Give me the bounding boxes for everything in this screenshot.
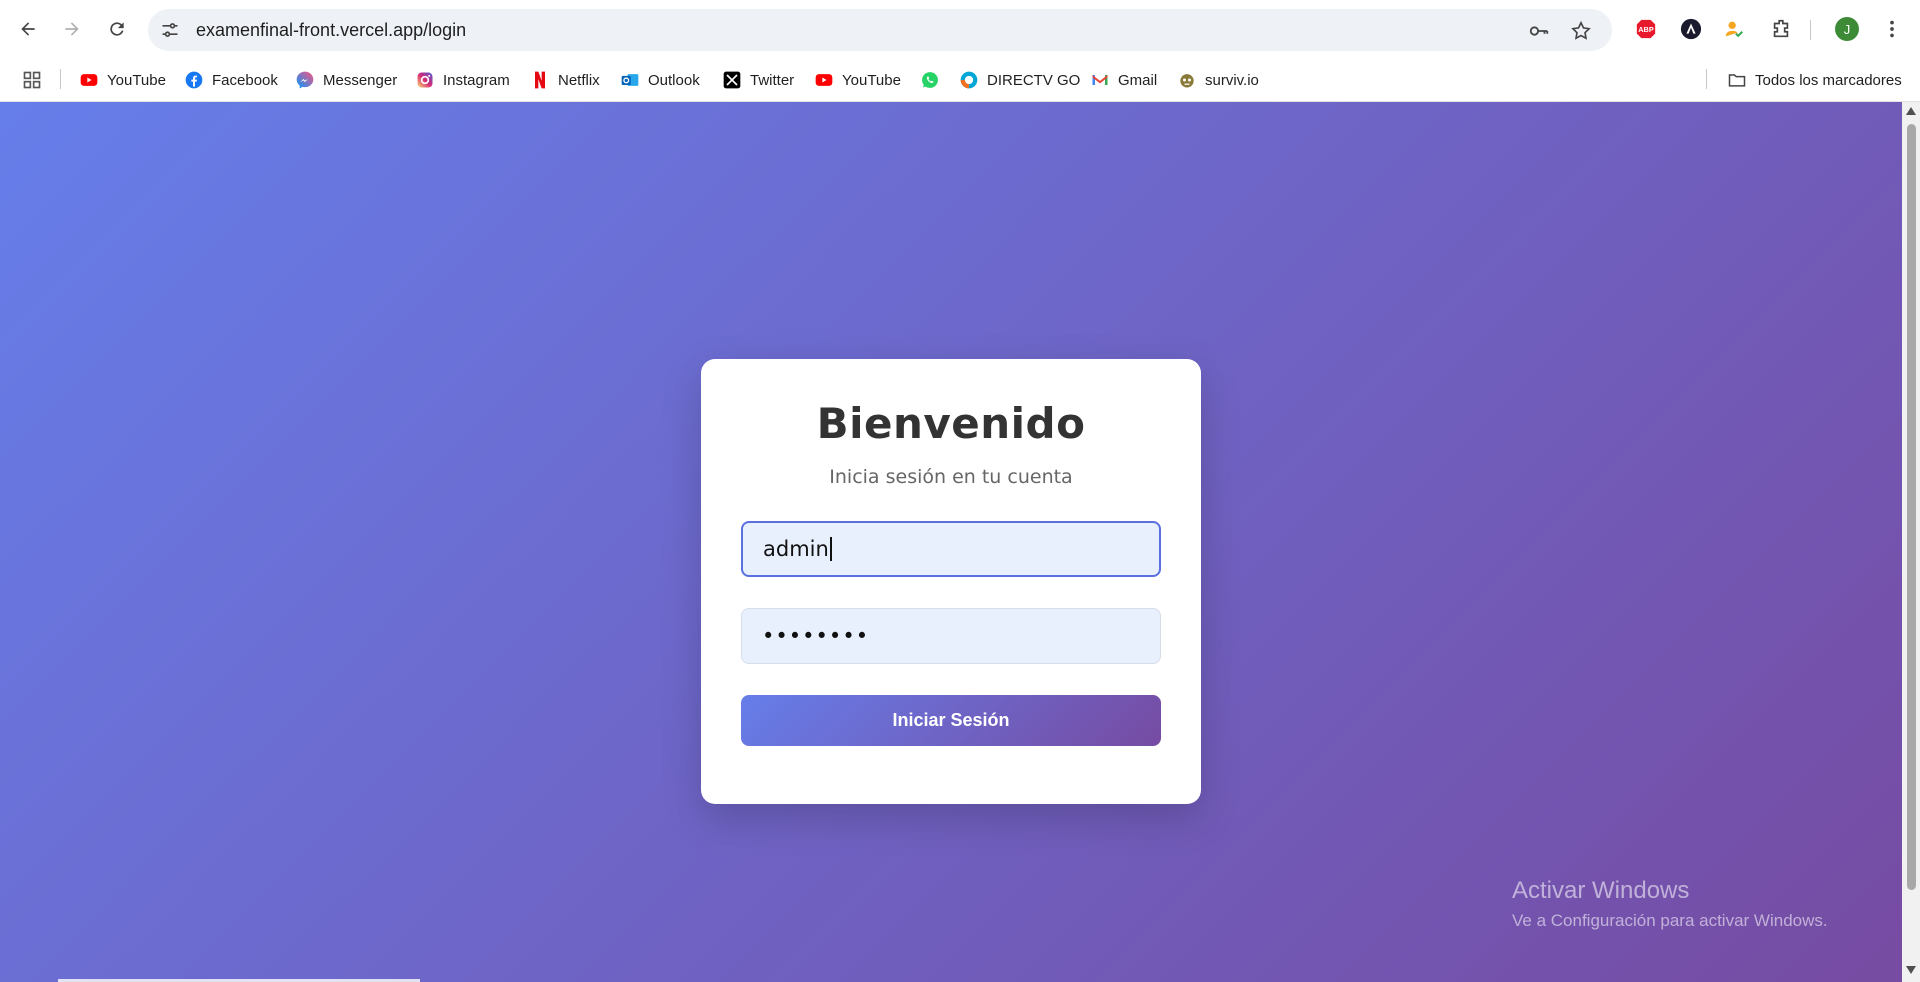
extension-a[interactable] (1679, 17, 1703, 41)
browser-chrome: examenfinal-front.vercel.app/login ABP J (0, 0, 1920, 102)
menu-button[interactable] (1880, 17, 1904, 41)
address-bar[interactable]: examenfinal-front.vercel.app/login (148, 9, 1612, 51)
bookmarks-divider (60, 69, 61, 89)
page-scrollbar[interactable] (1902, 102, 1920, 982)
bookmark-label: Netflix (558, 71, 600, 89)
gmail-icon (1090, 70, 1110, 90)
forward-button[interactable] (57, 14, 87, 44)
scroll-down-arrow[interactable] (1906, 966, 1916, 974)
bookmark-netflix[interactable]: Netflix (530, 69, 600, 91)
svg-text:ABP: ABP (1638, 25, 1654, 34)
messenger-icon (295, 70, 315, 90)
puzzle-icon (1773, 19, 1789, 38)
watermark-subtitle: Ve a Configuración para activar Windows. (1512, 911, 1828, 930)
toolbar-divider (1810, 20, 1811, 40)
apps-button[interactable] (22, 69, 42, 91)
windows-activation-watermark: Activar Windows Ve a Configuración para … (1512, 877, 1828, 931)
reload-button[interactable] (102, 14, 132, 44)
bookmark-youtube-2[interactable]: YouTube (814, 69, 901, 91)
key-icon[interactable] (1528, 20, 1550, 42)
password-value: •••••••• (762, 624, 870, 648)
all-bookmarks-label: Todos los marcadores (1755, 71, 1902, 89)
avatar-initial: J (1843, 21, 1851, 37)
bookmark-gmail[interactable]: Gmail (1090, 69, 1157, 91)
bookmark-label: DIRECTV GO (987, 71, 1081, 89)
adblock-extension[interactable]: ABP (1634, 17, 1658, 41)
bookmark-outlook[interactable]: Outlook (620, 69, 700, 91)
bookmark-instagram[interactable]: Instagram (415, 69, 510, 91)
youtube-icon (79, 70, 99, 90)
username-value: admin (763, 537, 829, 561)
directv-icon (959, 70, 979, 90)
bookmark-twitter[interactable]: Twitter (722, 69, 794, 91)
netflix-icon (530, 70, 550, 90)
triangle-a-icon (1680, 18, 1702, 40)
bookmark-youtube[interactable]: YouTube (79, 69, 166, 91)
bookmark-label: Gmail (1118, 71, 1158, 89)
page-subtitle: Inicia sesión en tu cuenta (829, 466, 1073, 488)
avatar: J (1835, 17, 1859, 41)
surviv-icon (1177, 70, 1197, 90)
bookmark-label: YouTube (107, 71, 166, 89)
watermark-title: Activar Windows (1512, 877, 1690, 904)
url-text[interactable]: examenfinal-front.vercel.app/login (196, 20, 466, 40)
text-caret (829, 537, 832, 561)
scroll-thumb[interactable] (1907, 124, 1916, 890)
bookmark-label: Facebook (212, 71, 278, 89)
login-card: Bienvenido Inicia sesión en tu cuenta ad… (701, 359, 1201, 804)
folder-icon (1727, 70, 1747, 90)
bookmarks-divider-right (1706, 69, 1707, 89)
reload-icon (110, 22, 124, 36)
bookmark-label: Twitter (750, 71, 795, 89)
bookmark-facebook[interactable]: Facebook (184, 69, 278, 91)
arrow-left-icon (21, 22, 35, 36)
login-button-label: Iniciar Sesión (892, 710, 1010, 730)
outlook-icon (620, 70, 640, 90)
login-button[interactable]: Iniciar Sesión (741, 695, 1161, 746)
all-bookmarks-button[interactable]: Todos los marcadores (1727, 69, 1902, 91)
facebook-icon (184, 70, 204, 90)
arrow-right-icon (65, 22, 79, 36)
extensions-button[interactable] (1769, 17, 1793, 41)
star-icon[interactable] (1570, 20, 1592, 42)
bookmark-directv[interactable]: DIRECTV GO (959, 69, 1080, 91)
extension-person[interactable] (1722, 17, 1746, 41)
instagram-icon (415, 70, 435, 90)
x-twitter-icon (722, 70, 742, 90)
bookmark-label: Outlook (648, 71, 700, 89)
username-field[interactable]: admin (741, 521, 1161, 577)
more-vertical-icon (1890, 20, 1894, 38)
whatsapp-icon (920, 70, 940, 90)
browser-toolbar: examenfinal-front.vercel.app/login ABP J (0, 0, 1920, 59)
person-check-icon (1725, 21, 1743, 38)
site-info-icon[interactable] (160, 20, 180, 40)
bookmark-label: surviv.io (1205, 71, 1259, 89)
bookmarks-bar: YouTube Facebook Messenger Instagram Net… (0, 59, 1920, 102)
bookmark-label: Instagram (443, 71, 510, 89)
scroll-up-arrow[interactable] (1906, 107, 1916, 115)
bookmark-label: YouTube (842, 71, 901, 89)
profile-button[interactable]: J (1835, 17, 1859, 41)
apps-grid-icon (23, 71, 41, 89)
bookmark-messenger[interactable]: Messenger (295, 69, 397, 91)
bookmark-label: Messenger (323, 71, 398, 89)
login-page: Bienvenido Inicia sesión en tu cuenta ad… (0, 102, 1902, 982)
abp-icon: ABP (1636, 19, 1656, 39)
bookmark-surviv[interactable]: surviv.io (1177, 69, 1259, 91)
password-field[interactable]: •••••••• (741, 608, 1161, 664)
youtube-icon (814, 70, 834, 90)
bookmark-whatsapp[interactable] (920, 69, 948, 91)
page-title: Bienvenido (816, 399, 1086, 448)
back-button[interactable] (13, 14, 43, 44)
